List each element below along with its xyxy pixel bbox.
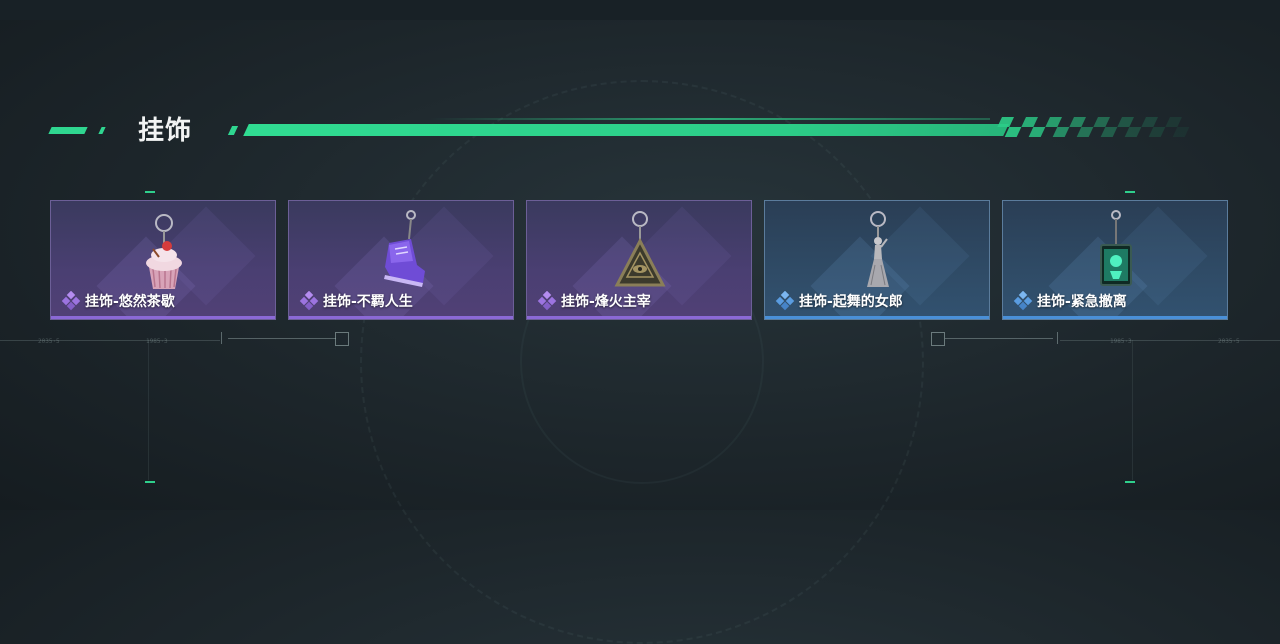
deco-text: 2035·5 xyxy=(38,338,60,345)
divider-square xyxy=(931,332,945,346)
purple-rarity-icon xyxy=(61,291,81,311)
corner-mark xyxy=(145,481,155,483)
card-label: 挂饰-起舞的女郎 xyxy=(775,291,903,311)
rarity-bar xyxy=(765,316,989,319)
section-title: 挂饰 xyxy=(138,116,193,146)
purple-rarity-icon xyxy=(299,291,319,311)
rarity-bar xyxy=(1003,316,1227,319)
rarity-bar xyxy=(527,316,751,319)
header-checker-pattern xyxy=(997,117,1190,137)
divider-line xyxy=(228,338,336,339)
dancer-charm-icon xyxy=(867,211,889,287)
card-label: 挂饰-紧急撤离 xyxy=(1013,291,1127,311)
rarity-bar xyxy=(51,316,275,319)
deco-text: 1985·3 xyxy=(1110,338,1132,345)
background-line xyxy=(148,340,149,480)
card-label: 挂饰-悠然茶歇 xyxy=(61,291,175,311)
header-accent xyxy=(48,127,88,134)
purple-rarity-icon xyxy=(537,291,557,311)
item-card[interactable]: 挂饰-悠然茶歇 xyxy=(50,200,276,320)
blue-rarity-icon xyxy=(775,291,795,311)
item-name: 挂饰-不羁人生 xyxy=(323,294,413,310)
cupcake-charm-icon xyxy=(146,214,182,289)
corner-mark xyxy=(1125,191,1135,193)
background-line xyxy=(1132,340,1133,480)
rarity-bar xyxy=(289,316,513,319)
divider-tick xyxy=(1057,332,1058,344)
divider-line xyxy=(1060,340,1280,341)
pyramid-charm-icon xyxy=(614,211,666,287)
top-bar xyxy=(0,0,1280,20)
header-bar xyxy=(243,124,1009,136)
header-thin-line xyxy=(430,118,990,120)
item-name: 挂饰-紧急撤离 xyxy=(1037,294,1127,310)
card-label: 挂饰-不羁人生 xyxy=(299,291,413,311)
header-accent xyxy=(227,126,239,135)
item-card[interactable]: 挂饰-烽火主宰 xyxy=(526,200,752,320)
divider-tick xyxy=(221,332,222,344)
card-label: 挂饰-烽火主宰 xyxy=(537,291,651,311)
background-ring xyxy=(360,80,924,644)
corner-mark xyxy=(1125,481,1135,483)
item-card[interactable]: 挂饰-紧急撤离 xyxy=(1002,200,1228,320)
deco-text: 1985·3 xyxy=(146,338,168,345)
corner-mark xyxy=(145,191,155,193)
blue-rarity-icon xyxy=(1013,291,1033,311)
sneaker-charm-icon xyxy=(384,210,425,287)
item-name: 挂饰-悠然茶歇 xyxy=(85,294,175,310)
emergency-box-charm-icon xyxy=(1100,210,1132,286)
divider-line xyxy=(945,338,1053,339)
item-card[interactable]: 挂饰-不羁人生 xyxy=(288,200,514,320)
deco-text: 2035·5 xyxy=(1218,338,1240,345)
item-name: 挂饰-起舞的女郎 xyxy=(799,294,903,310)
item-name: 挂饰-烽火主宰 xyxy=(561,294,651,310)
divider-square xyxy=(335,332,349,346)
divider-line xyxy=(0,340,220,341)
item-card[interactable]: 挂饰-起舞的女郎 xyxy=(764,200,990,320)
header-accent xyxy=(98,127,106,134)
